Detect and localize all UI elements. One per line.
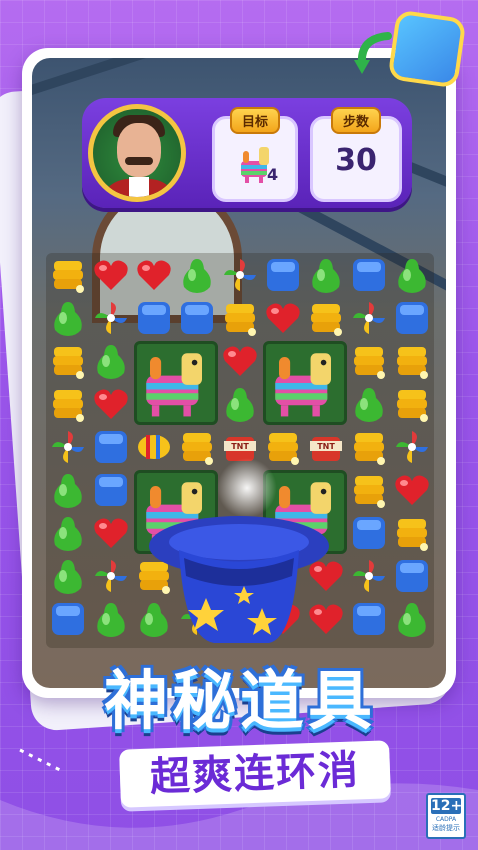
tile-candle[interactable]	[392, 341, 432, 381]
pinata-blocker[interactable]	[134, 341, 218, 425]
avatar-mustache	[125, 157, 153, 165]
tile-pear[interactable]	[91, 599, 131, 639]
tile-pinwheel[interactable]	[220, 255, 260, 295]
tile-cube[interactable]	[392, 556, 432, 596]
tile-cube[interactable]	[177, 298, 217, 338]
pinata-icon	[146, 353, 202, 417]
tile-candle[interactable]	[306, 298, 346, 338]
title-main: 神秘道具	[104, 665, 376, 739]
goal-panel: 目标 4	[212, 107, 298, 202]
tile-pinwheel[interactable]	[48, 427, 88, 467]
tile-candle[interactable]	[263, 427, 303, 467]
tile-cube[interactable]	[91, 470, 131, 510]
avatar-shirt	[129, 177, 149, 197]
tile-pear[interactable]	[349, 384, 389, 424]
tile-pear[interactable]	[306, 255, 346, 295]
top-hud: 目标 4 步数 30	[82, 98, 412, 208]
tile-candle[interactable]	[177, 427, 217, 467]
tile-candle[interactable]	[48, 255, 88, 295]
age-rating-tip: 适龄提示	[432, 824, 460, 832]
tile-candle[interactable]	[349, 341, 389, 381]
tile-pinwheel[interactable]	[349, 298, 389, 338]
tile-candle[interactable]	[349, 427, 389, 467]
tile-cube[interactable]	[134, 298, 174, 338]
svg-text:TNT: TNT	[317, 442, 335, 451]
tile-candle[interactable]	[48, 384, 88, 424]
tile-cube[interactable]	[392, 298, 432, 338]
age-rating-number: 12+	[431, 798, 463, 814]
title-sub: 超爽连环消	[119, 740, 391, 808]
tile-cube[interactable]	[48, 599, 88, 639]
age-rating-org: CADPA	[435, 816, 457, 823]
game-scene: 目标 4 步数 30 TNT TNT	[32, 58, 446, 688]
tile-heart[interactable]	[91, 255, 131, 295]
tile-pinwheel[interactable]	[91, 556, 131, 596]
magic-hat-icon[interactable]	[144, 498, 334, 648]
age-rating-badge: 12+ CADPA 适龄提示	[426, 793, 466, 839]
character-avatar	[88, 104, 186, 202]
tile-pear[interactable]	[48, 556, 88, 596]
switch-view-button[interactable]	[387, 9, 467, 89]
tile-candle[interactable]	[349, 470, 389, 510]
tile-pear[interactable]	[48, 470, 88, 510]
tile-candle[interactable]	[220, 298, 260, 338]
tile-pear[interactable]	[392, 255, 432, 295]
tile-pear[interactable]	[392, 599, 432, 639]
moves-value: 30	[335, 143, 377, 178]
tile-heart[interactable]	[134, 255, 174, 295]
tile-candle[interactable]	[48, 341, 88, 381]
tile-pear[interactable]	[220, 384, 260, 424]
tile-pear[interactable]	[177, 255, 217, 295]
tile-heart[interactable]	[91, 513, 131, 553]
tile-heart[interactable]	[220, 341, 260, 381]
tile-heart[interactable]	[392, 470, 432, 510]
tile-candle[interactable]	[392, 513, 432, 553]
tile-pinwheel[interactable]	[349, 556, 389, 596]
tile-pear[interactable]	[48, 513, 88, 553]
tile-cube[interactable]	[349, 255, 389, 295]
curved-arrow-icon	[354, 32, 392, 74]
tile-pear[interactable]	[48, 298, 88, 338]
tile-cube[interactable]	[349, 513, 389, 553]
tile-pinwheel[interactable]	[392, 427, 432, 467]
tile-heart[interactable]	[263, 298, 303, 338]
tile-cube[interactable]	[91, 427, 131, 467]
avatar-face	[117, 123, 161, 177]
tile-heart[interactable]	[91, 384, 131, 424]
tile-tnt[interactable]: TNT	[306, 427, 346, 467]
game-screenshot-card: 目标 4 步数 30 TNT TNT	[22, 48, 456, 698]
tile-pear[interactable]	[91, 341, 131, 381]
tile-striped[interactable]	[134, 427, 174, 467]
pinata-blocker[interactable]	[263, 341, 347, 425]
pinata-icon	[275, 353, 331, 417]
tile-candle[interactable]	[392, 384, 432, 424]
tile-pinwheel[interactable]	[91, 298, 131, 338]
svg-text:TNT: TNT	[231, 442, 249, 451]
goal-count: 4	[267, 165, 279, 184]
tile-cube[interactable]	[349, 599, 389, 639]
goal-label: 目标	[229, 107, 281, 134]
moves-label: 步数	[330, 107, 382, 134]
moves-panel: 步数 30	[310, 107, 402, 202]
tile-cube[interactable]	[263, 255, 303, 295]
roof-beam	[32, 58, 214, 98]
